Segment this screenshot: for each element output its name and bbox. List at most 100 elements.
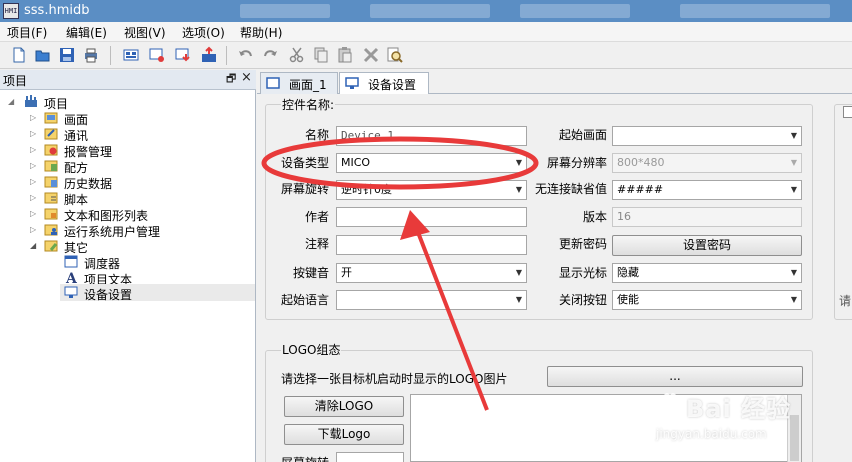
version-label: 版本 <box>582 210 607 224</box>
show-cursor-value: 隐藏 <box>617 266 639 279</box>
expand-arrow-icon[interactable]: ▷ <box>30 207 40 221</box>
author-label: 作者 <box>304 210 329 224</box>
expand-arrow-icon[interactable]: ▷ <box>30 111 40 125</box>
redo-icon[interactable] <box>262 46 280 64</box>
expand-arrow-icon[interactable]: ▷ <box>30 175 40 189</box>
copy-icon[interactable] <box>312 46 330 64</box>
key-sound-label: 按键音 <box>292 266 329 280</box>
expand-arrow-icon[interactable]: ▷ <box>30 191 40 205</box>
tree-item-other[interactable]: ◢ 其它 <box>30 238 250 255</box>
communication-icon <box>44 128 58 140</box>
browse-logo-button[interactable]: ... <box>547 366 803 387</box>
undo-icon[interactable] <box>236 46 254 64</box>
collapse-arrow-icon[interactable]: ◢ <box>30 239 40 253</box>
print-icon[interactable] <box>82 46 100 64</box>
tree-item-history[interactable]: ▷ 历史数据 <box>30 174 250 191</box>
expand-arrow-icon[interactable]: ▷ <box>30 223 40 237</box>
device-type-label: 设备类型 <box>280 156 329 170</box>
dropdown-arrow-icon: ▼ <box>790 185 797 194</box>
start-language-label: 起始语言 <box>280 293 329 307</box>
collapse-arrow-icon[interactable]: ◢ <box>8 95 18 109</box>
new-file-icon[interactable] <box>10 46 28 64</box>
device-type-select[interactable]: MICO ▼ <box>336 153 527 173</box>
close-button-label: 关闭按钮 <box>558 293 607 307</box>
show-cursor-select[interactable]: 隐藏 ▼ <box>612 263 802 283</box>
menu-edit[interactable]: 编辑(E) <box>66 24 107 41</box>
menu-project[interactable]: 项目(F) <box>7 24 47 41</box>
tree-root[interactable]: ◢ 项目 <box>8 94 248 111</box>
upload-icon[interactable] <box>200 46 218 64</box>
start-language-select[interactable]: ▼ <box>336 290 527 310</box>
download-icon[interactable] <box>174 46 192 64</box>
comment-label: 注释 <box>304 237 329 251</box>
tree-item-text-graphic-list[interactable]: ▷ 文本和图形列表 <box>30 206 250 223</box>
tree-label: 设备设置 <box>84 288 133 302</box>
author-input[interactable] <box>336 207 527 227</box>
cut-icon[interactable] <box>288 46 306 64</box>
logo-rotation-label: 屏幕旋转 <box>281 454 329 462</box>
screen-rotation-select[interactable]: 逆时针0度 ▼ <box>336 180 527 200</box>
close-button-select[interactable]: 使能 ▼ <box>612 290 802 310</box>
screen-rotation-label: 屏幕旋转 <box>280 182 329 196</box>
start-screen-select[interactable]: ▼ <box>612 126 802 146</box>
tree-item-screens[interactable]: ▷ 画面 <box>30 110 250 127</box>
comment-input[interactable] <box>336 235 527 255</box>
name-input[interactable]: Device_1 <box>336 126 527 146</box>
window-title: sss.hmidb <box>24 3 90 18</box>
key-sound-select[interactable]: 开 ▼ <box>336 263 527 283</box>
find-icon[interactable] <box>386 46 404 64</box>
dropdown-arrow-icon: ▼ <box>515 158 522 167</box>
svg-text:A: A <box>65 271 78 284</box>
user-management-icon <box>44 224 58 236</box>
side-group-checkbox[interactable] <box>843 106 852 118</box>
close-icon[interactable]: × <box>241 71 253 85</box>
logo-rotation-select[interactable] <box>336 452 404 462</box>
download-logo-button[interactable]: 下载Logo <box>284 424 404 445</box>
simulate-icon[interactable] <box>148 46 166 64</box>
logo-prompt: 请选择一张目标机启动时显示的LOGO图片 <box>281 372 508 386</box>
dropdown-arrow-icon: ▼ <box>790 158 797 167</box>
dropdown-arrow-icon: ▼ <box>515 185 522 194</box>
tab-device-settings[interactable]: 设备设置 <box>339 72 429 95</box>
text-graphic-list-icon <box>44 208 58 220</box>
editor-tab-strip: 画面_1 设备设置 <box>257 70 852 95</box>
tree-item-communication[interactable]: ▷ 通讯 <box>30 126 250 143</box>
script-icon <box>44 192 58 204</box>
paste-icon[interactable] <box>336 46 354 64</box>
expand-arrow-icon[interactable]: ▷ <box>30 159 40 173</box>
dropdown-arrow-icon: ▼ <box>790 131 797 140</box>
save-icon[interactable] <box>58 46 76 64</box>
delete-icon[interactable] <box>362 46 380 64</box>
no-connection-default-label: 无连接缺省值 <box>534 182 607 196</box>
set-password-button[interactable]: 设置密码 <box>612 235 802 256</box>
close-button-value: 使能 <box>617 293 639 306</box>
tree-item-scheduler[interactable]: 调度器 <box>64 254 254 271</box>
clear-logo-button[interactable]: 清除LOGO <box>284 396 404 417</box>
control-group-title: 控件名称: <box>281 96 336 113</box>
start-screen-label: 起始画面 <box>558 128 607 142</box>
tree-item-script[interactable]: ▷ 脚本 <box>30 190 250 207</box>
compile-icon[interactable] <box>122 46 140 64</box>
device-type-value: MICO <box>341 156 371 169</box>
window-titlebar: HMI sss.hmidb <box>0 0 852 22</box>
menu-help[interactable]: 帮助(H) <box>240 24 282 41</box>
menu-view[interactable]: 视图(V) <box>124 24 166 41</box>
resolution-select: 800*480 ▼ <box>612 153 802 173</box>
open-folder-icon[interactable] <box>34 46 52 64</box>
project-panel: 项目 🗗 × ◢ 项目 ▷ 画面 ▷ 通讯 ▷ 报警管理 ▷ 配方 ▷ 历史数据… <box>0 70 256 462</box>
tree-item-recipe[interactable]: ▷ 配方 <box>30 158 250 175</box>
no-connection-default-select[interactable]: ##### ▼ <box>612 180 802 200</box>
expand-arrow-icon[interactable]: ▷ <box>30 143 40 157</box>
key-sound-value: 开 <box>341 266 352 279</box>
tab-screen-1[interactable]: 画面_1 <box>260 72 338 94</box>
menu-options[interactable]: 选项(O) <box>182 24 225 41</box>
tree-item-device-settings[interactable]: 设备设置 <box>60 284 255 302</box>
float-window-icon[interactable]: 🗗 <box>226 72 238 85</box>
tree-item-user-management[interactable]: ▷ 运行系统用户管理 <box>30 222 250 239</box>
expand-arrow-icon[interactable]: ▷ <box>30 127 40 141</box>
tree-item-alarm[interactable]: ▷ 报警管理 <box>30 142 250 159</box>
toolbar-separator <box>226 46 227 65</box>
app-icon: HMI <box>3 3 19 19</box>
other-folder-icon <box>44 240 58 252</box>
toolbar <box>0 42 852 69</box>
